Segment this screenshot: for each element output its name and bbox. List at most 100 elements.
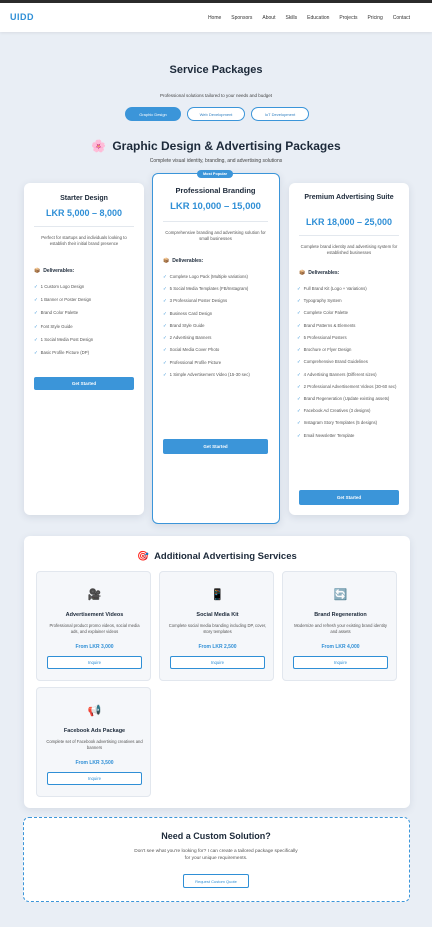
deliverable-text: Brand Patterns & Elements <box>303 322 356 328</box>
deliverable-text: Email Newsletter Template <box>303 432 355 438</box>
deliverable-item: ✓ Professional Profile Picture <box>163 360 275 366</box>
check-icon: ✓ <box>297 420 301 426</box>
site-logo[interactable]: UIDD <box>10 12 34 22</box>
deliverable-text: 2 Professional Advertisement Videos (30-… <box>303 383 397 389</box>
deliverable-item: ✓ Instagram Story Templates (5 designs) <box>297 420 403 426</box>
package-icon: 📦 <box>34 268 41 274</box>
refresh-icon: 🔄 <box>333 589 348 601</box>
get-started-button[interactable]: Get Started <box>163 439 268 454</box>
target-icon: 🎯 <box>137 551 150 562</box>
mobile-phone-icon: 📱 <box>210 589 225 601</box>
deliverable-text: Full Brand Kit (Logo + Variations) <box>303 286 367 291</box>
check-icon: ✓ <box>163 274 167 279</box>
deliverable-text: Typography System <box>303 298 342 304</box>
package-price: LKR 10,000 – 15,000 <box>170 201 261 212</box>
check-icon: ✓ <box>163 286 167 292</box>
deliverable-item: ✓ 5 Professional Posters <box>297 335 403 341</box>
service-price: From LKR 3,500 <box>75 760 114 766</box>
check-icon: ✓ <box>34 350 38 356</box>
deliverable-item: ✓ Complete Logo Pack (Multiple variations… <box>163 274 275 280</box>
inquire-button[interactable]: Inquire <box>293 656 388 669</box>
deliverables-list: ✓ 1 Custom Logo Design ✓ 1 Banner or Poste… <box>34 284 136 363</box>
service-description: Professional product promo videos, socia… <box>49 623 140 635</box>
additional-services-title-text: Additional Advertising Services <box>154 551 297 562</box>
check-icon: ✓ <box>297 298 301 304</box>
section-subtitle: Complete visual identity, branding, and … <box>149 158 283 164</box>
deliverable-item: ✓ 3 Professional Poster Designs <box>163 298 275 304</box>
deliverable-item: ✓ 5 Social Media Templates (FB/Instagram) <box>163 286 275 292</box>
nav-link-about[interactable]: About <box>262 15 275 21</box>
check-icon: ✓ <box>297 286 301 291</box>
deliverable-item: ✓ Brand Regeneration (Update existing ass… <box>297 396 403 402</box>
deliverable-text: Facebook Ad Creatives (3 designs) <box>303 408 371 414</box>
tab-graphic-design[interactable]: Graphic Design <box>125 107 181 121</box>
deliverable-item: ✓ Brand Style Guide <box>163 323 275 329</box>
deliverable-item: ✓ Facebook Ad Creatives (3 designs) <box>297 408 403 414</box>
check-icon: ✓ <box>163 310 167 316</box>
service-description: Complete social media branding including… <box>168 623 267 635</box>
service-price: From LKR 2,500 <box>198 644 237 650</box>
deliverables-heading: 📦 Deliverables: <box>299 270 339 276</box>
deliverable-text: 1 Banner or Poster Design <box>40 297 92 303</box>
package-price: LKR 5,000 – 8,000 <box>45 208 123 218</box>
tab-iot-development[interactable]: IoT Development <box>251 107 309 121</box>
package-icon: 📦 <box>299 270 306 276</box>
nav-link-pricing[interactable]: Pricing <box>367 15 382 21</box>
inquire-button[interactable]: Inquire <box>47 656 142 669</box>
deliverables-label: Deliverables: <box>308 270 340 276</box>
deliverables-label: Deliverables: <box>172 258 204 264</box>
deliverable-item: ✓ 1 Social Media Post Design <box>34 337 136 343</box>
tab-web-development[interactable]: Web Development <box>187 107 245 121</box>
nav-link-contact[interactable]: Contact <box>393 15 410 21</box>
service-card-facebook-ads: 📢 Facebook Ads Package Complete set of F… <box>36 687 151 797</box>
service-card-social-media-kit: 📱 Social Media Kit Complete social media… <box>159 571 274 681</box>
package-card-premium: Premium Advertising Suite LKR 18,000 – 2… <box>289 183 409 515</box>
nav-link-projects[interactable]: Projects <box>339 15 357 21</box>
deliverable-text: Instagram Story Templates (5 designs) <box>303 420 378 426</box>
service-price: From LKR 4,000 <box>321 644 360 650</box>
nav-link-home[interactable]: Home <box>208 15 221 21</box>
deliverable-text: 1 Custom Logo Design <box>40 284 85 289</box>
check-icon: ✓ <box>163 371 167 377</box>
inquire-button[interactable]: Inquire <box>47 772 142 785</box>
deliverable-text: 1 Social Media Post Design <box>40 336 94 342</box>
deliverable-text: Professional Profile Picture <box>169 359 222 365</box>
package-card-starter: Starter Design LKR 5,000 – 8,000 Perfect… <box>24 183 144 515</box>
page-subtitle: Professional solutions tailored to your … <box>159 93 273 98</box>
check-icon: ✓ <box>297 359 301 365</box>
package-icon: 📦 <box>163 258 170 264</box>
page-title: Service Packages <box>169 64 263 76</box>
deliverable-text: Basic Profile Picture (DP) <box>40 350 90 356</box>
inquire-button[interactable]: Inquire <box>170 656 265 669</box>
deliverable-text: 5 Professional Posters <box>303 334 347 340</box>
get-started-button[interactable]: Get Started <box>299 490 399 505</box>
palette-icon: 🌸 <box>91 139 107 153</box>
additional-services-panel: 🎯 Additional Advertising Services 🎥 Adve… <box>24 536 410 808</box>
deliverable-item: ✓ Basic Profile Picture (DP) <box>34 350 136 356</box>
video-camera-icon: 🎥 <box>87 589 102 601</box>
service-description: Modernize and refresh your existing bran… <box>294 623 387 635</box>
divider <box>299 235 399 236</box>
deliverable-text: Complete Logo Pack (Multiple variations) <box>169 274 248 279</box>
section-title: 🌸 Graphic Design & Advertising Packages <box>0 139 432 153</box>
deliverable-item: ✓ 4 Advertising Banners (Different sizes) <box>297 372 403 378</box>
package-price: LKR 18,000 – 25,000 <box>305 217 393 227</box>
top-navbar: UIDD Home Sponsors About Skills Educatio… <box>0 0 432 32</box>
most-popular-badge: Most Popular <box>197 170 234 178</box>
deliverable-text: 2 Advertising Banners <box>169 335 212 341</box>
service-title: Brand Regeneration <box>314 612 367 618</box>
package-title: Starter Design <box>60 195 108 202</box>
deliverable-text: 3 Professional Poster Designs <box>169 298 228 304</box>
nav-link-education[interactable]: Education <box>307 15 329 21</box>
check-icon: ✓ <box>34 336 38 342</box>
nav-link-skills[interactable]: Skills <box>285 15 297 21</box>
category-tabs: Graphic Design Web Development IoT Devel… <box>125 107 309 121</box>
nav-link-sponsors[interactable]: Sponsors <box>231 15 252 21</box>
check-icon: ✓ <box>297 395 301 401</box>
service-title: Facebook Ads Package <box>63 728 126 734</box>
deliverable-text: 4 Advertising Banners (Different sizes) <box>303 371 377 377</box>
get-started-button[interactable]: Get Started <box>34 377 134 390</box>
deliverables-list: ✓ Full Brand Kit (Logo + Variations) ✓ Typ… <box>297 286 403 445</box>
deliverable-text: Brand Color Palette <box>40 310 79 316</box>
request-custom-quote-button[interactable]: Request Custom Quote <box>183 874 249 888</box>
